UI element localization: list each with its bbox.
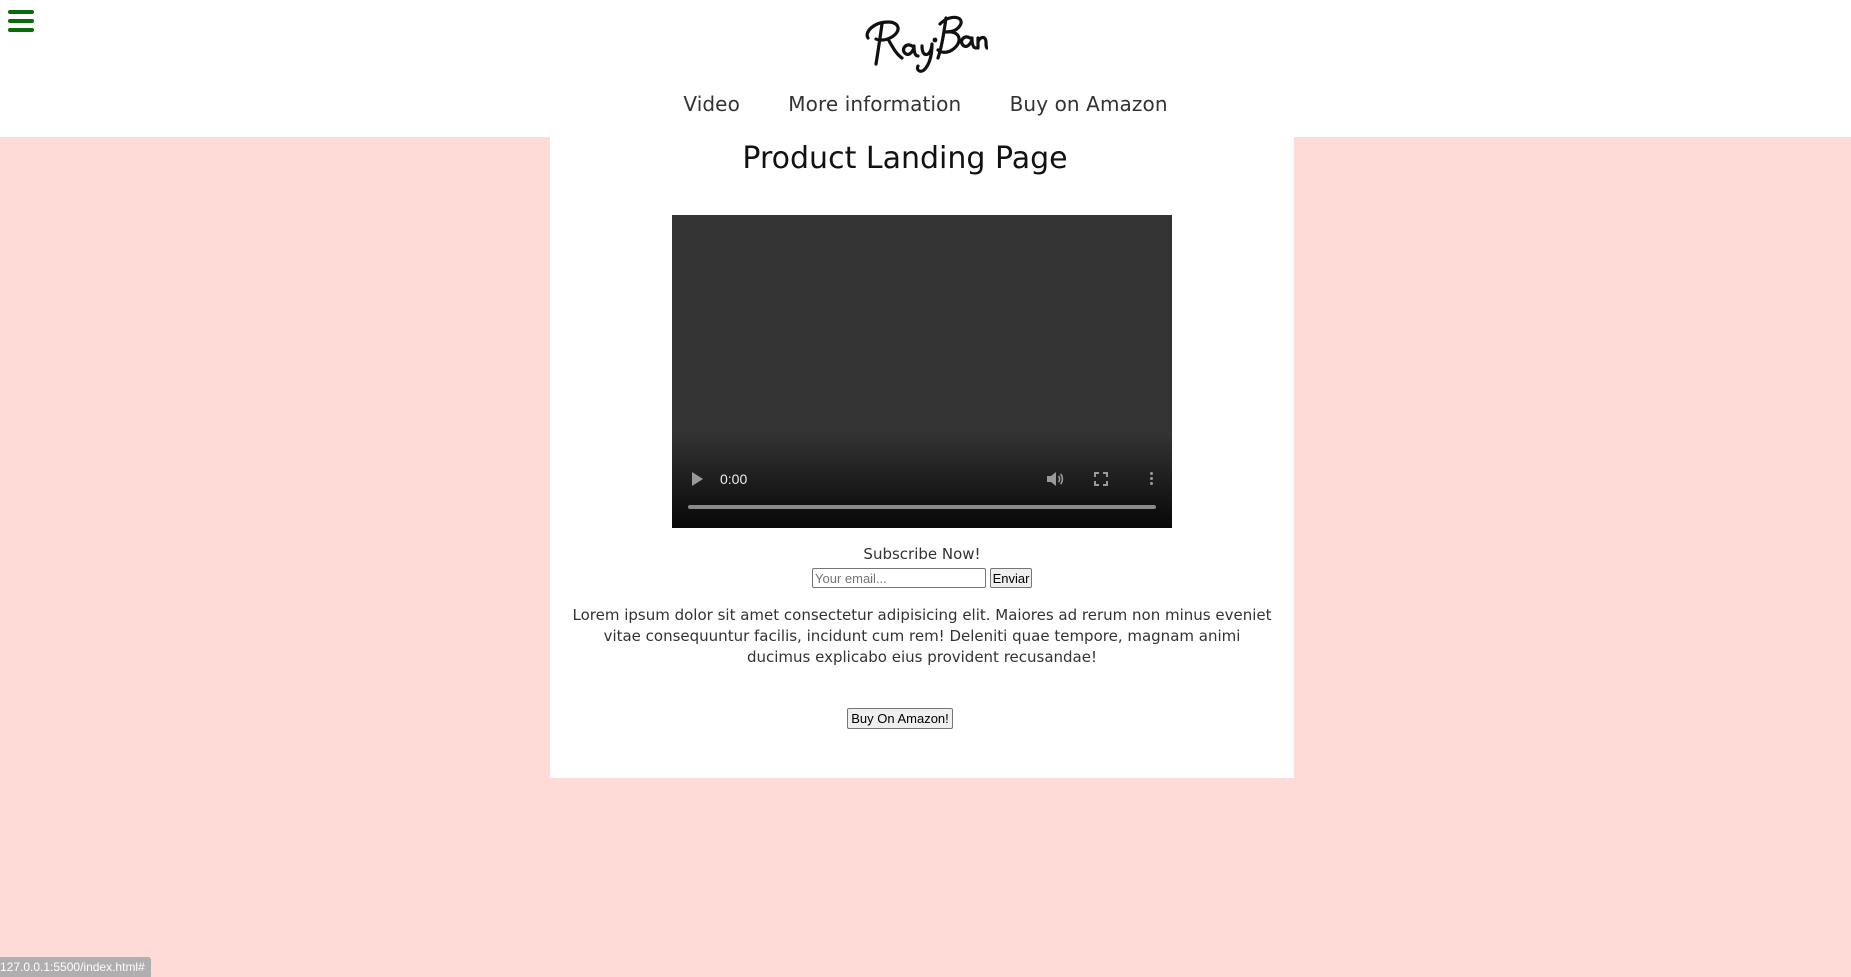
- send-button[interactable]: Enviar: [990, 568, 1032, 588]
- nav-link-more-information[interactable]: More information: [788, 92, 961, 116]
- nav-link-video[interactable]: Video: [683, 92, 740, 116]
- video-time: 0:00: [720, 471, 748, 487]
- volume-icon[interactable]: [1046, 471, 1064, 487]
- menu-bar-top: [8, 10, 34, 14]
- email-input[interactable]: [812, 568, 986, 588]
- video-player[interactable]: 0:00: [672, 215, 1172, 528]
- play-icon[interactable]: [692, 472, 703, 486]
- more-dot: [1150, 472, 1153, 475]
- main-nav: Video More information Buy on Amazon: [0, 92, 1851, 116]
- menu-bar-bottom: [8, 28, 34, 32]
- fullscreen-icon[interactable]: [1094, 472, 1108, 486]
- subscribe-label: Subscribe Now!: [863, 545, 981, 563]
- video-progress-bar[interactable]: [688, 505, 1156, 509]
- main-content-card: Product Landing Page 0:00 Subscribe Now!…: [550, 137, 1294, 778]
- more-dot: [1150, 482, 1153, 485]
- product-description: Lorem ipsum dolor sit amet consectetur a…: [572, 606, 1272, 666]
- page-header: Video More information Buy on Amazon: [0, 0, 1851, 137]
- ray-ban-logo[interactable]: [852, 2, 988, 76]
- page-title: Product Landing Page: [742, 141, 1068, 176]
- browser-status-bar: 127.0.0.1:5500/index.html#: [0, 957, 151, 977]
- menu-bar-middle: [8, 19, 34, 23]
- hamburger-menu-icon[interactable]: [8, 10, 34, 32]
- buy-on-amazon-button[interactable]: Buy On Amazon!: [847, 708, 953, 729]
- more-options-icon[interactable]: [1150, 471, 1154, 487]
- nav-link-buy-on-amazon[interactable]: Buy on Amazon: [1010, 92, 1168, 116]
- more-dot: [1150, 477, 1153, 480]
